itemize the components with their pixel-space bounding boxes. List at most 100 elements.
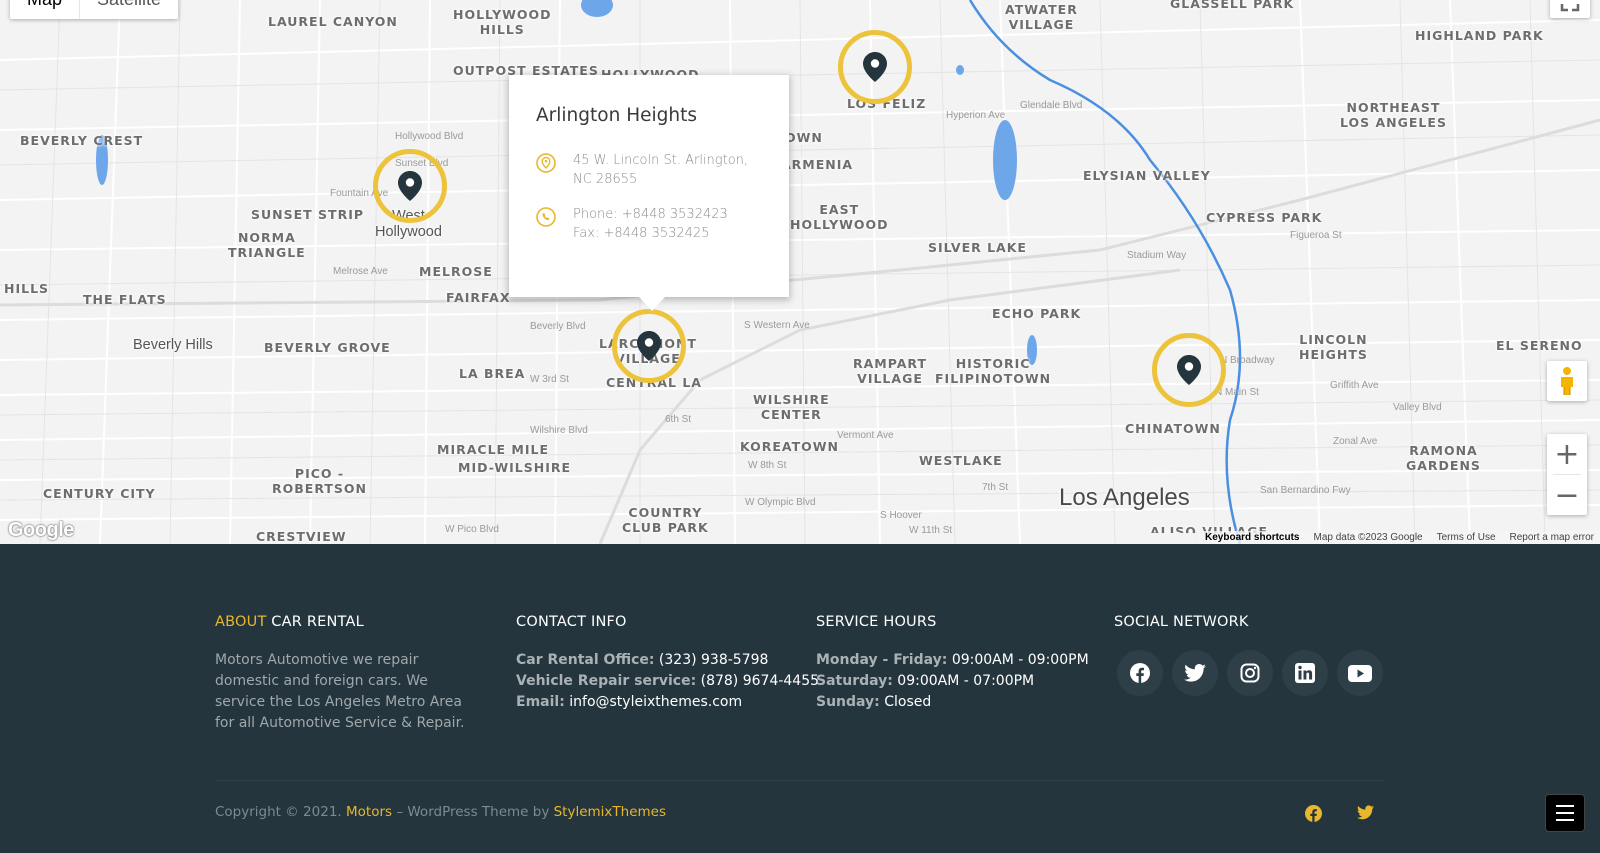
map-place-label: BEVERLY CREST xyxy=(20,133,144,148)
map-place-label: COUNTRY CLUB PARK xyxy=(622,505,709,535)
map-street-label: W Pico Blvd xyxy=(445,524,499,535)
footer-contact: CONTACT INFO Car Rental Office: (323) 93… xyxy=(516,614,819,713)
map-street-label: Zonal Ave xyxy=(1333,436,1378,447)
info-phone: Phone: +8448 3532423 xyxy=(573,207,728,222)
contact-label: Email: xyxy=(516,694,565,710)
footer-about-title: ABOUT CAR RENTAL xyxy=(215,614,475,630)
footer-about-title-rest: CAR RENTAL xyxy=(266,614,364,630)
pegman-icon xyxy=(1561,367,1573,395)
map-street-label: S Hoover xyxy=(880,510,922,521)
facebook-button[interactable] xyxy=(1117,650,1163,696)
map-pin-icon xyxy=(398,171,422,201)
footer-hours-title: SERVICE HOURS xyxy=(816,614,937,630)
map-type-control: Map Satellite xyxy=(10,0,179,19)
map-street-label: Hollywood Blvd xyxy=(395,131,464,142)
facebook-icon[interactable] xyxy=(1305,805,1322,822)
map-type-map-button[interactable]: Map xyxy=(10,0,79,19)
keyboard-shortcuts-link[interactable]: Keyboard shortcuts xyxy=(1205,531,1299,544)
hamburger-icon xyxy=(1556,805,1574,807)
map-place-label: CENTURY CITY xyxy=(43,486,156,501)
map-pin-icon xyxy=(1177,355,1201,385)
hours-value: 09:00AM - 09:00PM xyxy=(947,652,1089,668)
hours-line: Monday - Friday: 09:00AM - 09:00PM xyxy=(816,650,1089,671)
map-street-label: 6th St xyxy=(665,414,692,425)
terms-of-use-link[interactable]: Terms of Use xyxy=(1437,531,1496,544)
google-logo[interactable]: Google xyxy=(8,519,74,542)
map-street-label: Griffith Ave xyxy=(1330,380,1379,391)
bottom-social xyxy=(1305,805,1374,822)
map-place-label: WILSHIRE CENTER xyxy=(753,392,830,422)
zoom-in-button[interactable]: + xyxy=(1547,434,1587,474)
map-place-label: RAMONA GARDENS xyxy=(1406,443,1481,473)
map-street-label: Figueroa St xyxy=(1290,230,1342,241)
contact-value[interactable]: (878) 9674-4455 xyxy=(696,673,819,689)
map-street-label: N Broadway xyxy=(1220,355,1275,366)
map-place-label: LINCOLN HEIGHTS xyxy=(1299,332,1368,362)
location-marker[interactable] xyxy=(838,30,912,104)
map[interactable]: LAUREL CANYON HOLLYWOOD HILLS OUTPOST ES… xyxy=(0,0,1600,544)
map-street-label: San Bernardino Fwy xyxy=(1260,485,1351,496)
copyright: Copyright © 2021. Motors – WordPress The… xyxy=(215,804,666,820)
map-street-label: S Western Ave xyxy=(744,320,810,331)
street-view-button[interactable] xyxy=(1547,361,1587,401)
map-city-label: Los Angeles xyxy=(1059,484,1190,511)
map-road-layer xyxy=(0,0,1600,544)
copyright-middle: – WordPress Theme by xyxy=(392,804,554,820)
hours-label: Monday - Friday: xyxy=(816,652,948,668)
hours-line: Saturday: 09:00AM - 07:00PM xyxy=(816,671,1089,692)
contact-label: Vehicle Repair service: xyxy=(516,673,697,689)
map-place-label: MELROSE xyxy=(419,264,493,279)
map-place-label: NORMA TRIANGLE xyxy=(228,230,306,260)
map-street-label: N Main St xyxy=(1215,387,1259,398)
instagram-button[interactable] xyxy=(1227,650,1273,696)
hamburger-icon xyxy=(1556,819,1574,821)
map-place-label: RAMPART VILLAGE xyxy=(853,356,928,386)
map-place-label: GLASSELL PARK xyxy=(1170,0,1295,11)
map-place-label: HISTORIC FILIPINOTOWN xyxy=(935,356,1052,386)
report-map-error-link[interactable]: Report a map error xyxy=(1510,531,1594,544)
location-marker[interactable] xyxy=(612,309,686,383)
twitter-button[interactable] xyxy=(1172,650,1218,696)
copyright-author-link[interactable]: StylemixThemes xyxy=(554,804,666,820)
location-pin-icon xyxy=(536,151,556,189)
map-place-label: SILVER LAKE xyxy=(928,240,1027,255)
footer-social: SOCIAL NETWORK xyxy=(1114,614,1383,696)
location-marker[interactable] xyxy=(373,149,447,223)
contact-line: Email: info@styleixthemes.com xyxy=(516,692,819,713)
copyright-brand-link[interactable]: Motors xyxy=(346,804,392,820)
map-place-label: ECHO PARK xyxy=(992,306,1082,321)
map-place-label: HOLLYWOOD xyxy=(601,67,700,75)
footer-social-title: SOCIAL NETWORK xyxy=(1114,614,1249,630)
map-place-label: ELYSIAN VALLEY xyxy=(1083,168,1211,183)
map-street-label: Glendale Blvd xyxy=(1020,100,1083,111)
map-place-label: LAUREL CANYON xyxy=(268,14,398,29)
hours-line: Sunday: Closed xyxy=(816,692,1089,713)
info-phone-fax: Phone: +8448 3532423 Fax: +8448 3532425 xyxy=(573,205,728,243)
info-phone-row: Phone: +8448 3532423 Fax: +8448 3532425 xyxy=(536,205,763,243)
map-place-label: CRESTVIEW xyxy=(256,529,347,544)
contact-value[interactable]: (323) 938-5798 xyxy=(654,652,769,668)
contact-line: Vehicle Repair service: (878) 9674-4455 xyxy=(516,671,819,692)
footer-contact-title: CONTACT INFO xyxy=(516,614,627,630)
youtube-button[interactable] xyxy=(1337,650,1383,696)
social-buttons xyxy=(1117,650,1383,696)
map-street-label: W Olympic Blvd xyxy=(745,497,816,508)
contact-email-link[interactable]: info@styleixthemes.com xyxy=(565,694,742,710)
footer-divider xyxy=(215,780,1385,781)
contact-line: Car Rental Office: (323) 938-5798 xyxy=(516,650,819,671)
hours-label: Saturday: xyxy=(816,673,893,689)
linkedin-button[interactable] xyxy=(1282,650,1328,696)
map-street-label: W 8th St xyxy=(748,460,787,471)
map-type-satellite-button[interactable]: Satellite xyxy=(79,0,178,19)
menu-button[interactable] xyxy=(1545,794,1585,832)
location-marker[interactable] xyxy=(1152,333,1226,407)
map-street-label: Wilshire Blvd xyxy=(530,425,588,436)
zoom-out-button[interactable]: − xyxy=(1547,475,1587,515)
map-street-label: 7th St xyxy=(982,482,1009,493)
twitter-icon[interactable] xyxy=(1357,805,1374,820)
fullscreen-button[interactable] xyxy=(1550,0,1590,18)
map-place-label: HIGHLAND PARK xyxy=(1415,28,1544,43)
map-place-label: KOREATOWN xyxy=(740,439,840,454)
fullscreen-icon xyxy=(1560,4,1580,12)
map-pin-icon xyxy=(863,52,887,82)
